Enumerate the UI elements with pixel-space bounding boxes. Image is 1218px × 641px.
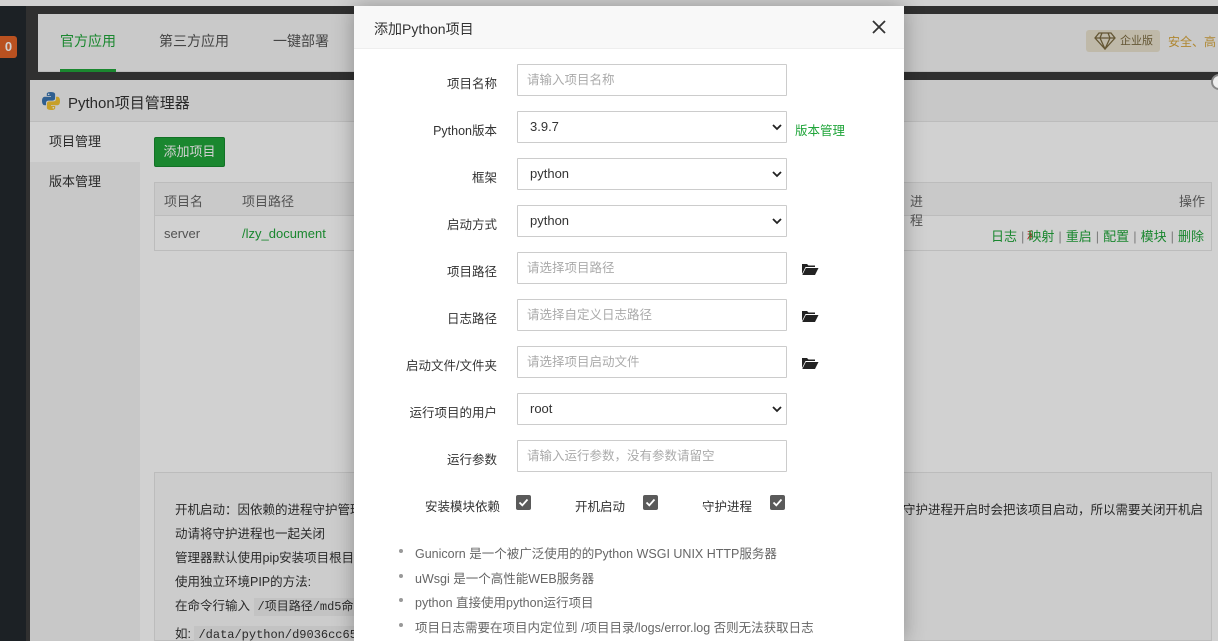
folder-open-icon[interactable]	[801, 309, 819, 323]
dialog-title: 添加Python项目	[374, 21, 474, 37]
checkmark-icon	[518, 498, 529, 507]
close-icon[interactable]	[870, 18, 888, 36]
framework-select[interactable]: python	[517, 158, 787, 190]
daemon-checkbox[interactable]	[770, 495, 785, 510]
label-run-user: 运行项目的用户	[409, 406, 497, 420]
label-python-version: Python版本	[433, 124, 497, 138]
chevron-down-icon	[772, 218, 782, 225]
label-run-args: 运行参数	[446, 453, 497, 467]
label-start-method: 启动方式	[446, 218, 497, 232]
label-framework: 框架	[471, 171, 497, 185]
framework-value: python	[530, 166, 570, 181]
folder-open-icon[interactable]	[801, 356, 819, 370]
start-method-value: python	[530, 213, 570, 228]
start-file-input[interactable]	[517, 346, 787, 378]
tip-gunicorn: Gunicorn 是一个被广泛使用的的Python WSGI UNIX HTTP…	[399, 543, 814, 568]
run-user-value: root	[530, 401, 553, 416]
chevron-down-icon	[772, 171, 782, 178]
add-python-project-dialog: 添加Python项目 项目名称 Python版本 3.9.7 版本管理 框架 p…	[354, 6, 904, 641]
label-project-name: 项目名称	[446, 77, 497, 91]
version-management-link[interactable]: 版本管理	[795, 120, 845, 139]
run-user-select[interactable]: root	[517, 393, 787, 425]
label-auto-start: 开机启动	[575, 500, 626, 514]
log-path-input[interactable]	[517, 299, 787, 331]
python-version-select[interactable]: 3.9.7	[517, 111, 787, 143]
project-path-input[interactable]	[517, 252, 787, 284]
label-log-path: 日志路径	[446, 312, 497, 326]
label-project-path: 项目路径	[446, 265, 497, 279]
tips-list: Gunicorn 是一个被广泛使用的的Python WSGI UNIX HTTP…	[399, 543, 814, 641]
label-daemon: 守护进程	[702, 500, 753, 514]
dialog-header: 添加Python项目	[354, 6, 904, 49]
label-install-deps: 安装模块依赖	[425, 500, 501, 514]
checkmark-icon	[645, 498, 656, 507]
run-args-input[interactable]	[517, 440, 787, 472]
folder-open-icon[interactable]	[801, 262, 819, 276]
tip-python: python 直接使用python运行项目	[399, 592, 814, 617]
checkmark-icon	[772, 498, 783, 507]
chevron-down-icon	[772, 406, 782, 413]
project-name-input[interactable]	[517, 64, 787, 96]
chevron-down-icon	[772, 124, 782, 131]
install-deps-checkbox[interactable]	[516, 495, 531, 510]
tip-uwsgi: uWsgi 是一个高性能WEB服务器	[399, 568, 814, 593]
python-version-value: 3.9.7	[530, 119, 559, 134]
start-method-select[interactable]: python	[517, 205, 787, 237]
tip-log: 项目日志需要在项目内定位到 /项目目录/logs/error.log 否则无法获…	[399, 617, 814, 641]
label-start-file: 启动文件/文件夹	[406, 359, 497, 373]
auto-start-checkbox[interactable]	[643, 495, 658, 510]
